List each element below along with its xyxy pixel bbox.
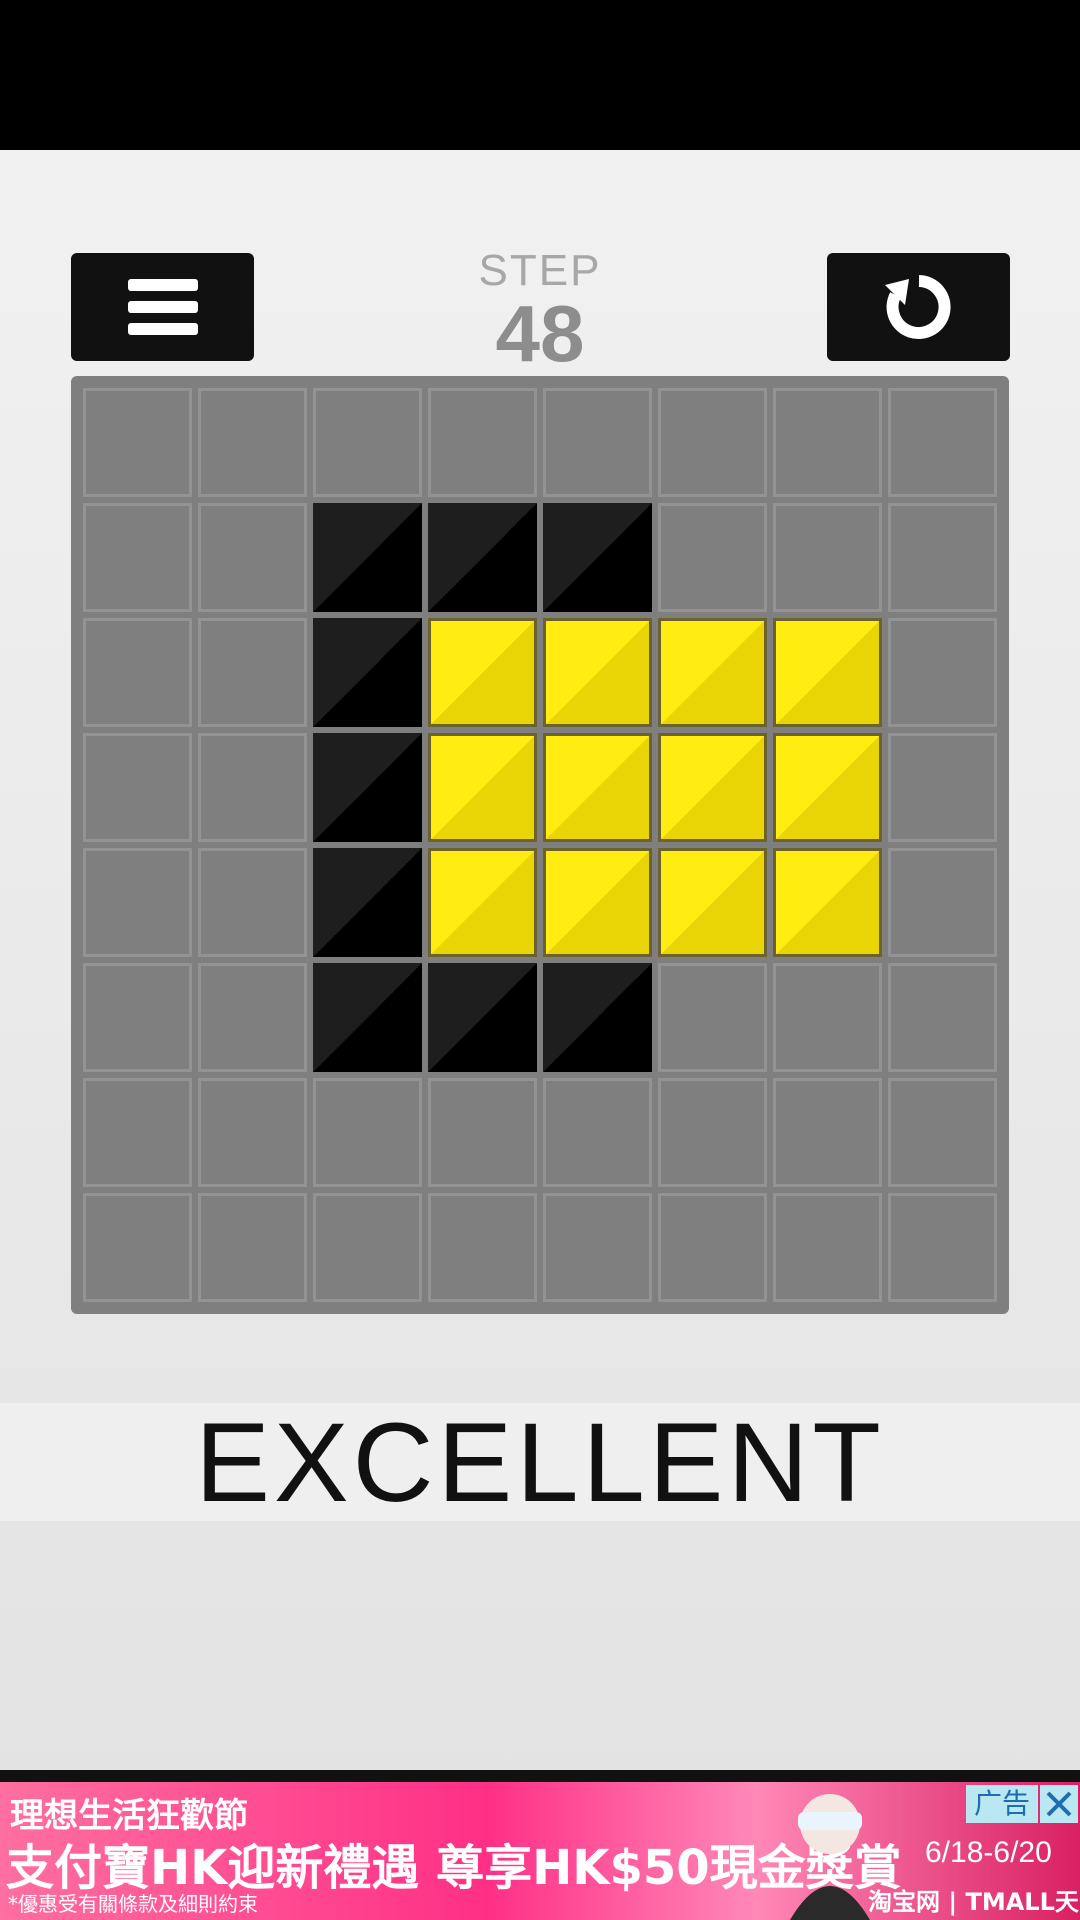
- board-cell-empty[interactable]: [773, 1078, 882, 1187]
- board-cell-empty[interactable]: [773, 503, 882, 612]
- result-banner: EXCELLENT: [0, 1400, 1080, 1525]
- board-cell-empty[interactable]: [428, 1078, 537, 1187]
- board-cell-black[interactable]: [313, 733, 422, 842]
- board-cell-empty[interactable]: [888, 618, 997, 727]
- board-cell-empty[interactable]: [773, 1193, 882, 1302]
- ad-close-button[interactable]: [1040, 1785, 1078, 1823]
- board-cell-empty[interactable]: [658, 1078, 767, 1187]
- board-cell-yellow[interactable]: [773, 848, 882, 957]
- board-cell-empty[interactable]: [543, 388, 652, 497]
- board-cell-empty[interactable]: [543, 1193, 652, 1302]
- step-counter: STEP 48: [440, 245, 640, 375]
- board-cell-empty[interactable]: [888, 503, 997, 612]
- board-cell-empty[interactable]: [888, 848, 997, 957]
- game-board: [71, 376, 1009, 1314]
- board-cell-empty[interactable]: [83, 733, 192, 842]
- board-cell-empty[interactable]: [198, 503, 307, 612]
- board-cell-empty[interactable]: [658, 503, 767, 612]
- restart-button[interactable]: [827, 253, 1010, 361]
- board-cell-empty[interactable]: [888, 733, 997, 842]
- restart-icon: [884, 275, 951, 339]
- board-cell-empty[interactable]: [313, 388, 422, 497]
- board-cell-empty[interactable]: [198, 848, 307, 957]
- ad-badge: 广告: [966, 1785, 1038, 1823]
- menu-button[interactable]: [71, 253, 254, 361]
- ad-banner[interactable]: 理想生活狂歡節 支付寶HK迎新禮遇 尊享HK$50現金獎賞 *優惠受有關條款及細…: [0, 1782, 1080, 1920]
- hamburger-icon: [127, 279, 198, 335]
- board-cell-black[interactable]: [428, 963, 537, 1072]
- board-cell-empty[interactable]: [543, 1078, 652, 1187]
- board-cell-empty[interactable]: [83, 388, 192, 497]
- board-cell-yellow[interactable]: [543, 618, 652, 727]
- board-cell-empty[interactable]: [313, 1078, 422, 1187]
- board-cell-empty[interactable]: [313, 1193, 422, 1302]
- board-cell-empty[interactable]: [428, 388, 537, 497]
- board-cell-empty[interactable]: [428, 1193, 537, 1302]
- step-value: 48: [495, 289, 585, 378]
- board-cell-empty[interactable]: [83, 503, 192, 612]
- board-cell-black[interactable]: [313, 963, 422, 1072]
- board-cell-empty[interactable]: [83, 1193, 192, 1302]
- ad-date: 6/18-6/20: [925, 1836, 1052, 1869]
- result-text: EXCELLENT: [195, 1399, 885, 1525]
- board-cell-yellow[interactable]: [658, 733, 767, 842]
- board-cell-empty[interactable]: [773, 963, 882, 1072]
- board-cell-yellow[interactable]: [428, 848, 537, 957]
- board-cell-yellow[interactable]: [543, 848, 652, 957]
- board-cell-yellow[interactable]: [428, 618, 537, 727]
- board-cell-empty[interactable]: [888, 1193, 997, 1302]
- ad-divider: [0, 1770, 1080, 1782]
- board-cell-empty[interactable]: [198, 733, 307, 842]
- close-icon: [1046, 1791, 1072, 1817]
- board-cell-empty[interactable]: [83, 963, 192, 1072]
- board-cell-black[interactable]: [543, 963, 652, 1072]
- board-cell-black[interactable]: [313, 848, 422, 957]
- board-cell-black[interactable]: [313, 618, 422, 727]
- board-cell-empty[interactable]: [198, 1193, 307, 1302]
- status-bar: [0, 0, 1080, 150]
- board-cell-black[interactable]: [428, 503, 537, 612]
- board-cell-empty[interactable]: [658, 963, 767, 1072]
- board-cell-black[interactable]: [313, 503, 422, 612]
- board-cell-empty[interactable]: [198, 1078, 307, 1187]
- board-cell-empty[interactable]: [658, 388, 767, 497]
- board-cell-empty[interactable]: [198, 963, 307, 1072]
- board-cell-empty[interactable]: [198, 618, 307, 727]
- board-cell-yellow[interactable]: [773, 733, 882, 842]
- board-cell-yellow[interactable]: [658, 618, 767, 727]
- ad-brand: 淘宝网 | TMALL天猫: [868, 1888, 1079, 1916]
- ad-disclaimer: *優惠受有關條款及細則約束: [8, 1892, 258, 1916]
- board-cell-black[interactable]: [543, 503, 652, 612]
- board-cell-yellow[interactable]: [543, 733, 652, 842]
- board-cell-empty[interactable]: [888, 963, 997, 1072]
- board-cell-empty[interactable]: [658, 1193, 767, 1302]
- board-cell-empty[interactable]: [198, 388, 307, 497]
- board-cell-yellow[interactable]: [428, 733, 537, 842]
- board-cell-yellow[interactable]: [658, 848, 767, 957]
- board-cell-yellow[interactable]: [773, 618, 882, 727]
- board-cell-empty[interactable]: [888, 1078, 997, 1187]
- board-cell-empty[interactable]: [83, 848, 192, 957]
- board-cell-empty[interactable]: [773, 388, 882, 497]
- board-cell-empty[interactable]: [888, 388, 997, 497]
- board-cell-empty[interactable]: [83, 1078, 192, 1187]
- board-cell-empty[interactable]: [83, 618, 192, 727]
